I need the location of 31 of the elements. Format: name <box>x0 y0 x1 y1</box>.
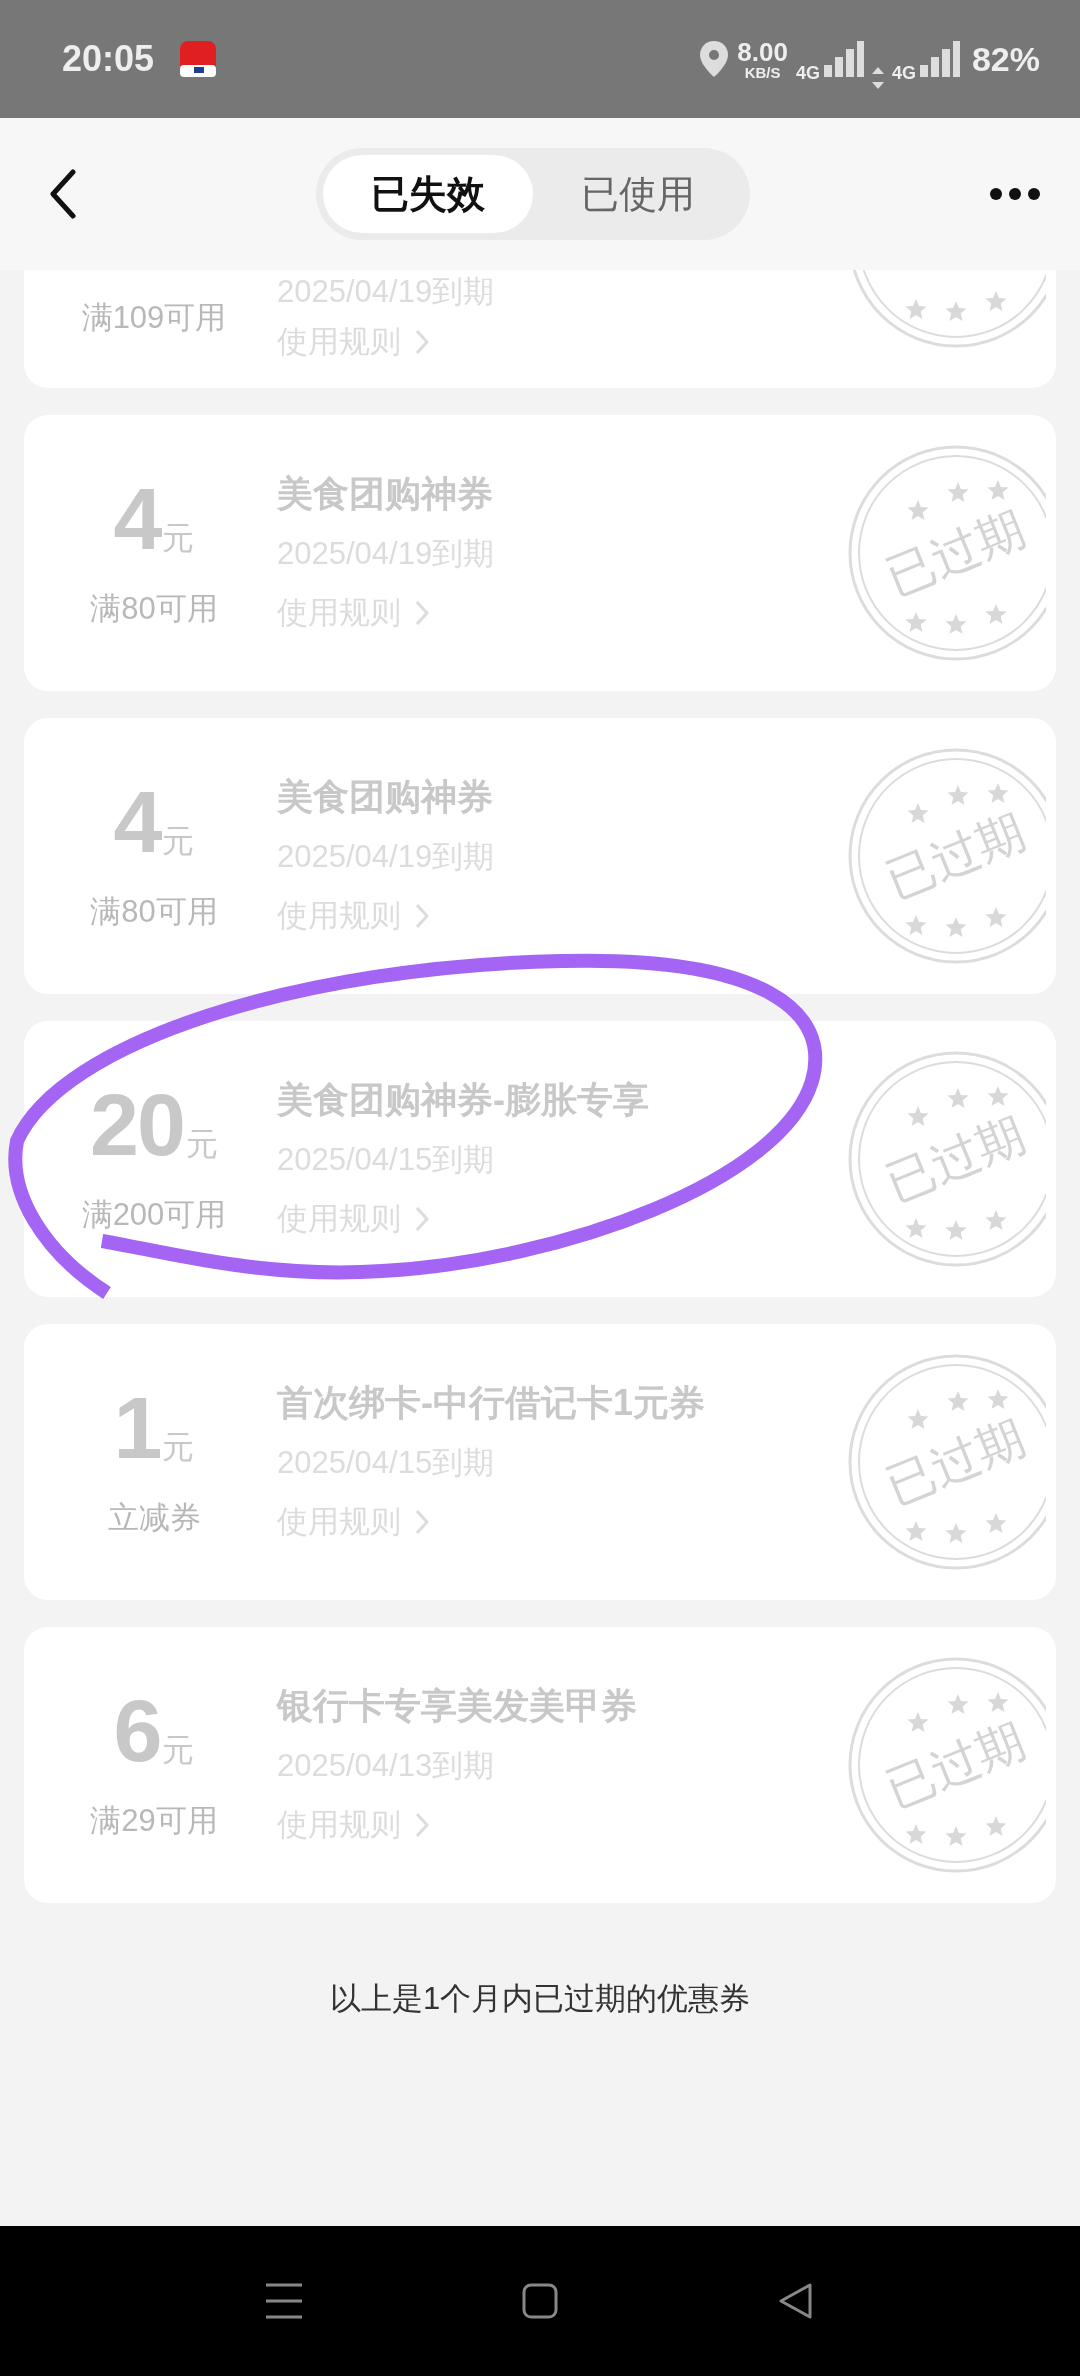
chevron-right-icon <box>415 600 429 626</box>
data-arrows-icon <box>871 67 884 89</box>
clock-time: 20:05 <box>62 38 155 80</box>
chevron-right-icon <box>415 903 429 929</box>
chevron-right-icon <box>415 1812 429 1838</box>
menu-icon[interactable] <box>266 2283 302 2319</box>
tab[interactable]: 已使用 <box>533 155 743 233</box>
footer-note: 以上是1个月内已过期的优惠券 <box>328 1980 752 2018</box>
usage-condition: 满109可用 <box>81 299 227 337</box>
chevron-right-icon <box>415 1509 429 1535</box>
usage-condition: 满29可用 <box>90 1801 218 1840</box>
tab[interactable]: 已失效 <box>323 155 533 233</box>
back-icon[interactable] <box>778 2283 814 2319</box>
back-icon[interactable] <box>50 169 76 219</box>
network-speed: 8.00 <box>737 38 788 65</box>
more-icon[interactable] <box>990 188 1040 200</box>
signal-icon <box>919 41 960 77</box>
usage-condition: 满80可用 <box>90 892 218 931</box>
home-icon[interactable] <box>522 2283 558 2319</box>
chevron-right-icon <box>415 1206 429 1232</box>
battery-level: 82% <box>971 39 1040 79</box>
network-type: 4G <box>795 63 820 84</box>
usage-condition: 满200可用 <box>81 1195 227 1234</box>
location-icon <box>699 40 730 78</box>
usage-condition: 立减券 <box>107 1498 201 1537</box>
usage-condition: 满80可用 <box>90 589 218 628</box>
network-type: 4G <box>891 63 916 84</box>
app-icon <box>180 41 217 77</box>
chevron-right-icon <box>415 329 429 355</box>
signal-icon <box>823 41 864 77</box>
network-speed-unit: KB/S <box>744 64 781 80</box>
